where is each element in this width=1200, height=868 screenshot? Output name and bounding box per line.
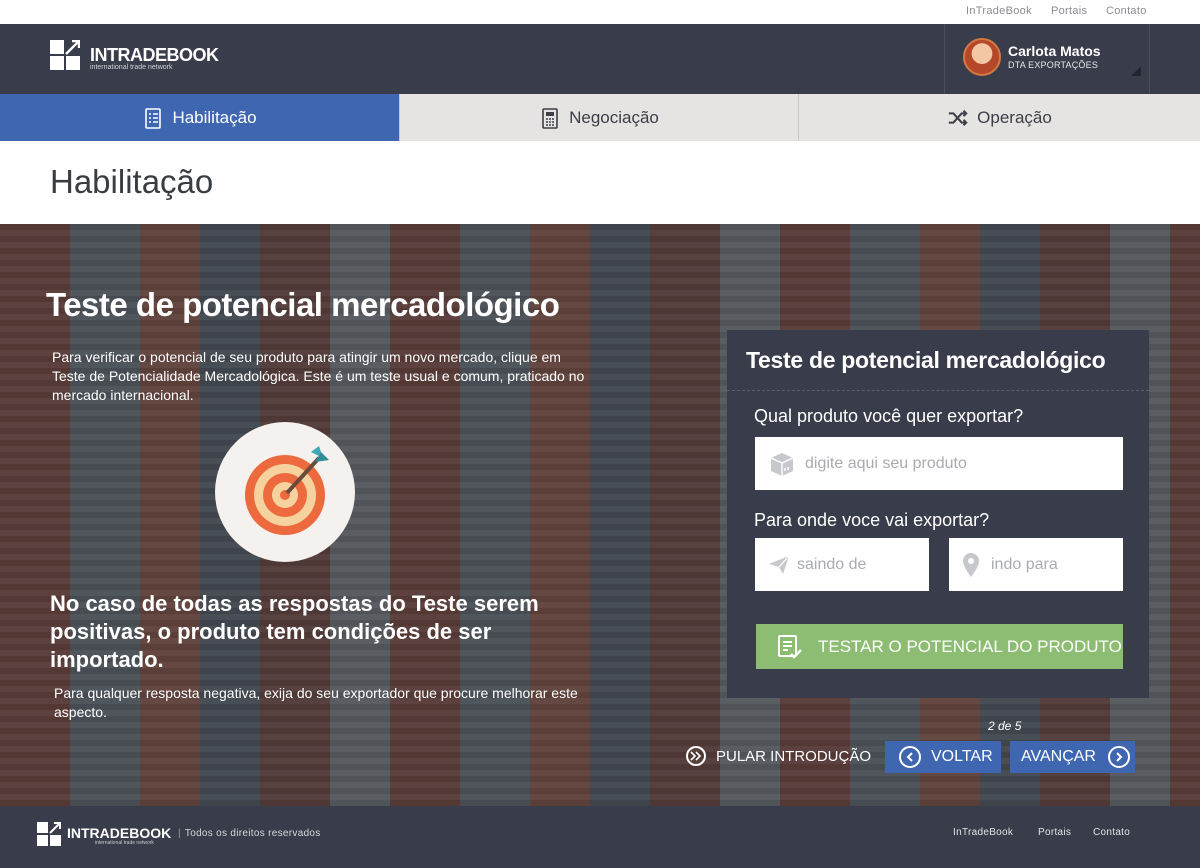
util-link-contato[interactable]: Contato [1106, 5, 1147, 17]
paper-plane-icon [769, 555, 790, 574]
back-button[interactable]: VOLTAR [885, 741, 1001, 773]
util-link-portais[interactable]: Portais [1051, 5, 1087, 17]
double-chevron-right-icon [686, 746, 706, 766]
util-link-intradebook[interactable]: InTradeBook [966, 5, 1032, 17]
destination-label: Para onde voce vai exportar? [754, 510, 990, 530]
user-role: DTA EXPORTAÇÕES [1008, 60, 1099, 70]
target-icon [215, 422, 355, 562]
checklist-icon [778, 634, 802, 659]
footer-logo[interactable]: INTRADEBOOK international trade network [37, 822, 177, 850]
footer-wordmark: INTRADEBOOK [67, 825, 172, 841]
product-label: Qual produto você quer exportar? [754, 406, 1024, 426]
footer-copyright-text: Todos os direitos reservados [184, 828, 321, 839]
checklist-icon [145, 107, 162, 129]
footer-tagline: international trade network [95, 840, 154, 846]
tab-habilitacao[interactable]: Habilitação [0, 94, 399, 149]
map-pin-icon [963, 552, 979, 577]
tab-label: Negociação [569, 107, 659, 127]
header: INTRADEBOOK international trade network … [0, 24, 1200, 94]
hero-note: Para qualquer resposta negativa, exija d… [54, 685, 578, 720]
test-potential-button-label: TESTAR O POTENCIAL DO PRODUTO [818, 636, 1122, 656]
hero-title: Teste de potencial mercadológico [46, 286, 560, 323]
footer-separator: | [178, 828, 181, 839]
test-potential-button[interactable]: TESTAR O POTENCIAL DO PRODUTO [756, 624, 1123, 669]
tab-operacao[interactable]: Operação [798, 94, 1200, 141]
back-button-label: VOLTAR [931, 748, 993, 765]
skip-intro-label: PULAR INTRODUÇÃO [716, 747, 872, 765]
logo-mark-icon [37, 822, 61, 846]
panel-title: Teste de potencial mercadológico [746, 347, 1106, 373]
logo-wordmark: INTRADEBOOK [90, 45, 219, 65]
footer-link-portais[interactable]: Portais [1038, 827, 1071, 838]
potential-test-panel: Teste de potencial mercadológico Qual pr… [727, 330, 1149, 698]
product-field[interactable] [755, 437, 1123, 490]
logo-tagline: international trade network [90, 64, 173, 71]
footer-copyright: | Todos os direitos reservados [178, 828, 321, 839]
footer: INTRADEBOOK international trade network … [0, 806, 1200, 868]
footer-link-contato[interactable]: Contato [1093, 827, 1130, 838]
hero-section: Teste de potencial mercadológico Para ve… [0, 224, 1200, 806]
utility-nav: InTradeBook Portais Contato [0, 0, 1200, 24]
tab-label: Operação [977, 107, 1052, 127]
page-indicator: 2 de 5 [988, 719, 1022, 733]
calculator-icon [542, 107, 558, 129]
product-input[interactable] [805, 437, 1123, 490]
tab-label: Habilitação [172, 107, 257, 127]
main-tabs: Habilitação Negociação Operação [0, 94, 1200, 149]
chevron-right-icon [1107, 746, 1130, 768]
dropdown-corner-icon [1131, 66, 1141, 76]
hero-intro: Para verificar o potencial de seu produt… [52, 349, 585, 403]
chevron-left-icon [899, 746, 921, 768]
page-title: Habilitação [50, 163, 214, 200]
footer-link-intradebook[interactable]: InTradeBook [953, 827, 1013, 838]
origin-input[interactable] [797, 538, 929, 591]
user-menu[interactable]: Carlota Matos DTA EXPORTAÇÕES [944, 24, 1150, 94]
panel-divider [727, 390, 1149, 391]
shuffle-icon [948, 109, 968, 126]
next-button[interactable]: AVANÇAR [1010, 741, 1135, 773]
avatar [963, 38, 1001, 76]
user-name: Carlota Matos [1008, 43, 1101, 59]
next-button-label: AVANÇAR [1021, 748, 1096, 765]
package-icon [770, 452, 794, 476]
destination-field[interactable] [949, 538, 1123, 591]
destination-input[interactable] [991, 538, 1123, 591]
skip-intro-link[interactable]: PULAR INTRODUÇÃO [686, 746, 871, 766]
logo-mark-icon [50, 40, 80, 70]
origin-field[interactable] [755, 538, 929, 591]
page-title-bar: Habilitação [0, 141, 1200, 224]
brand-logo[interactable]: INTRADEBOOK international trade network [50, 40, 230, 74]
tab-negociacao[interactable]: Negociação [399, 94, 798, 141]
hero-headline: No caso de todas as respostas do Teste s… [50, 591, 539, 672]
